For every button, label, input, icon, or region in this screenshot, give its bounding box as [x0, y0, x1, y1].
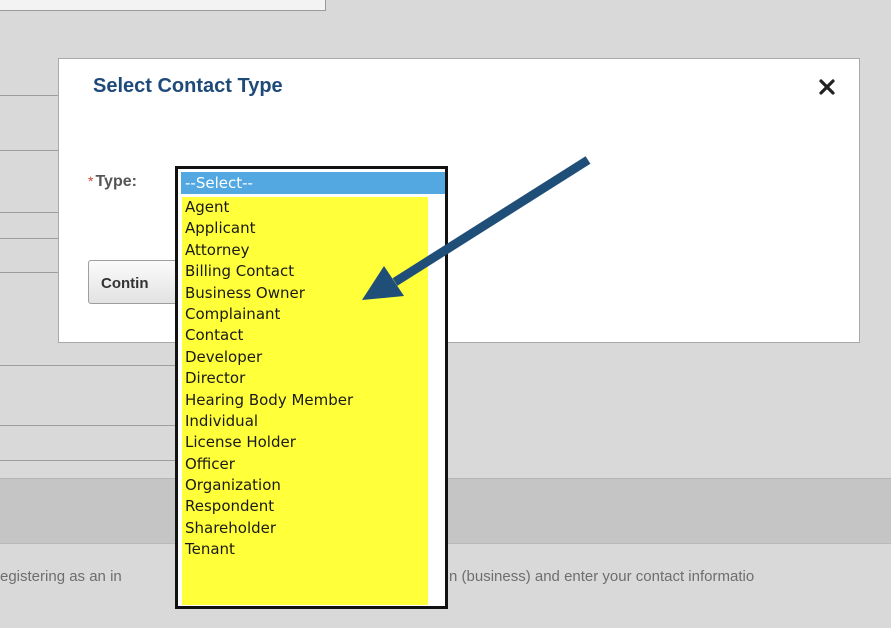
background-divider	[0, 95, 60, 96]
background-divider	[0, 272, 60, 273]
background-divider	[0, 365, 175, 366]
dropdown-option[interactable]: Officer	[182, 454, 428, 475]
dropdown-selected-option[interactable]: --Select--	[181, 172, 445, 194]
dropdown-option[interactable]: Agent	[182, 197, 428, 218]
dialog-title: Select Contact Type	[93, 75, 283, 97]
type-label-text: Type:	[95, 173, 137, 190]
dropdown-option[interactable]: Business Owner	[182, 283, 428, 304]
background-divider	[0, 425, 175, 426]
dropdown-option[interactable]: Director	[182, 368, 428, 389]
required-marker: *	[88, 173, 94, 189]
background-divider	[0, 212, 60, 213]
background-divider	[0, 150, 60, 151]
background-input-box	[0, 0, 326, 11]
dropdown-option[interactable]: Complainant	[182, 304, 428, 325]
close-icon	[819, 79, 835, 95]
type-field-label: * Type:	[88, 173, 137, 191]
dropdown-option[interactable]: Shareholder	[182, 518, 428, 539]
dropdown-option[interactable]: Tenant	[182, 539, 428, 560]
dropdown-option[interactable]: Attorney	[182, 240, 428, 261]
background-text-left: egistering as an in	[0, 568, 122, 585]
dropdown-option[interactable]: Contact	[182, 325, 428, 346]
background-divider	[0, 238, 60, 239]
background-divider	[0, 460, 175, 461]
dropdown-option[interactable]: Billing Contact	[182, 261, 428, 282]
close-button[interactable]	[815, 75, 839, 99]
dropdown-option[interactable]: Organization	[182, 475, 428, 496]
dropdown-option[interactable]: Developer	[182, 347, 428, 368]
dropdown-option[interactable]: Applicant	[182, 218, 428, 239]
background-text-right: n (business) and enter your contact info…	[449, 568, 755, 585]
dropdown-options-list: Agent Applicant Attorney Billing Contact…	[182, 197, 428, 605]
dropdown-option[interactable]: Hearing Body Member	[182, 390, 428, 411]
contact-type-dropdown[interactable]: --Select-- Agent Applicant Attorney Bill…	[175, 166, 448, 609]
dropdown-option[interactable]: Respondent	[182, 496, 428, 517]
dropdown-option[interactable]: License Holder	[182, 432, 428, 453]
dropdown-option[interactable]: Individual	[182, 411, 428, 432]
